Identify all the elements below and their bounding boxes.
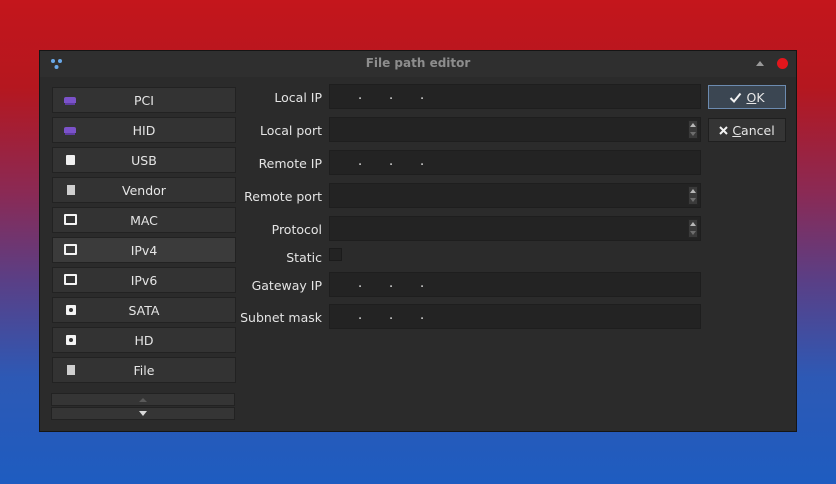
pci-icon: [64, 97, 76, 103]
monitor-icon: [64, 214, 77, 225]
static-label: Static: [286, 250, 322, 265]
remote-port-label: Remote port: [244, 189, 322, 204]
monitor-icon: [64, 274, 77, 285]
subnet-mask-label: Subnet mask: [240, 310, 322, 325]
local-ip-input[interactable]: ...: [329, 84, 701, 109]
file-icon: [67, 365, 75, 375]
ok-button-label: OK: [746, 89, 765, 105]
title-bar[interactable]: File path editor: [40, 51, 796, 77]
local-ip-label: Local IP: [274, 90, 322, 105]
check-icon: [730, 92, 742, 103]
protocol-stepper[interactable]: [688, 219, 698, 238]
sidebar-item-label: USB: [131, 152, 157, 168]
sidebar-item-label: HID: [132, 122, 156, 138]
gateway-ip-label: Gateway IP: [251, 278, 322, 293]
static-checkbox[interactable]: [329, 248, 342, 261]
remote-ip-input[interactable]: ...: [329, 150, 701, 175]
sidebar-item-label: SATA: [128, 302, 160, 318]
chevron-up-icon: [139, 397, 147, 402]
disk-icon: [66, 305, 76, 315]
file-path-editor-window: File path editor PCI HID USB Vendor MAC …: [39, 50, 797, 432]
protocol-label: Protocol: [271, 222, 322, 237]
local-port-label: Local port: [260, 123, 322, 138]
monitor-icon: [64, 244, 77, 255]
list-scroll-up-button[interactable]: [51, 393, 235, 406]
sidebar-item-label: File: [133, 362, 155, 378]
disk-icon: [66, 335, 76, 345]
sidebar-item-file[interactable]: File: [52, 357, 236, 383]
window-title: File path editor: [365, 56, 471, 70]
gateway-ip-input[interactable]: ...: [329, 272, 701, 297]
sidebar-item-hd[interactable]: HD: [52, 327, 236, 353]
subnet-mask-input[interactable]: ...: [329, 304, 701, 329]
usb-icon: [66, 155, 75, 165]
ok-button[interactable]: OK: [708, 85, 786, 109]
protocol-spinbox[interactable]: [329, 216, 701, 241]
sidebar-item-label: IPv6: [130, 272, 158, 288]
list-scroll-down-button[interactable]: [51, 407, 235, 420]
remote-port-spinbox[interactable]: [329, 183, 701, 208]
sidebar-item-label: PCI: [134, 92, 154, 108]
cancel-button-label: Cancel: [732, 122, 775, 138]
sidebar-item-label: HD: [134, 332, 154, 348]
chevron-down-icon: [139, 411, 147, 416]
local-port-stepper[interactable]: [688, 120, 698, 139]
sidebar-item-label: MAC: [130, 212, 158, 228]
close-icon[interactable]: [777, 58, 788, 69]
cancel-button[interactable]: Cancel: [708, 118, 786, 142]
shade-icon[interactable]: [756, 61, 764, 66]
hid-icon: [64, 127, 76, 133]
vendor-icon: [67, 185, 75, 195]
close-x-icon: [719, 125, 729, 135]
sidebar-item-label: Vendor: [122, 182, 166, 198]
local-port-spinbox[interactable]: [329, 117, 701, 142]
sidebar-item-label: IPv4: [130, 242, 158, 258]
remote-ip-label: Remote IP: [258, 156, 322, 171]
remote-port-stepper[interactable]: [688, 186, 698, 205]
